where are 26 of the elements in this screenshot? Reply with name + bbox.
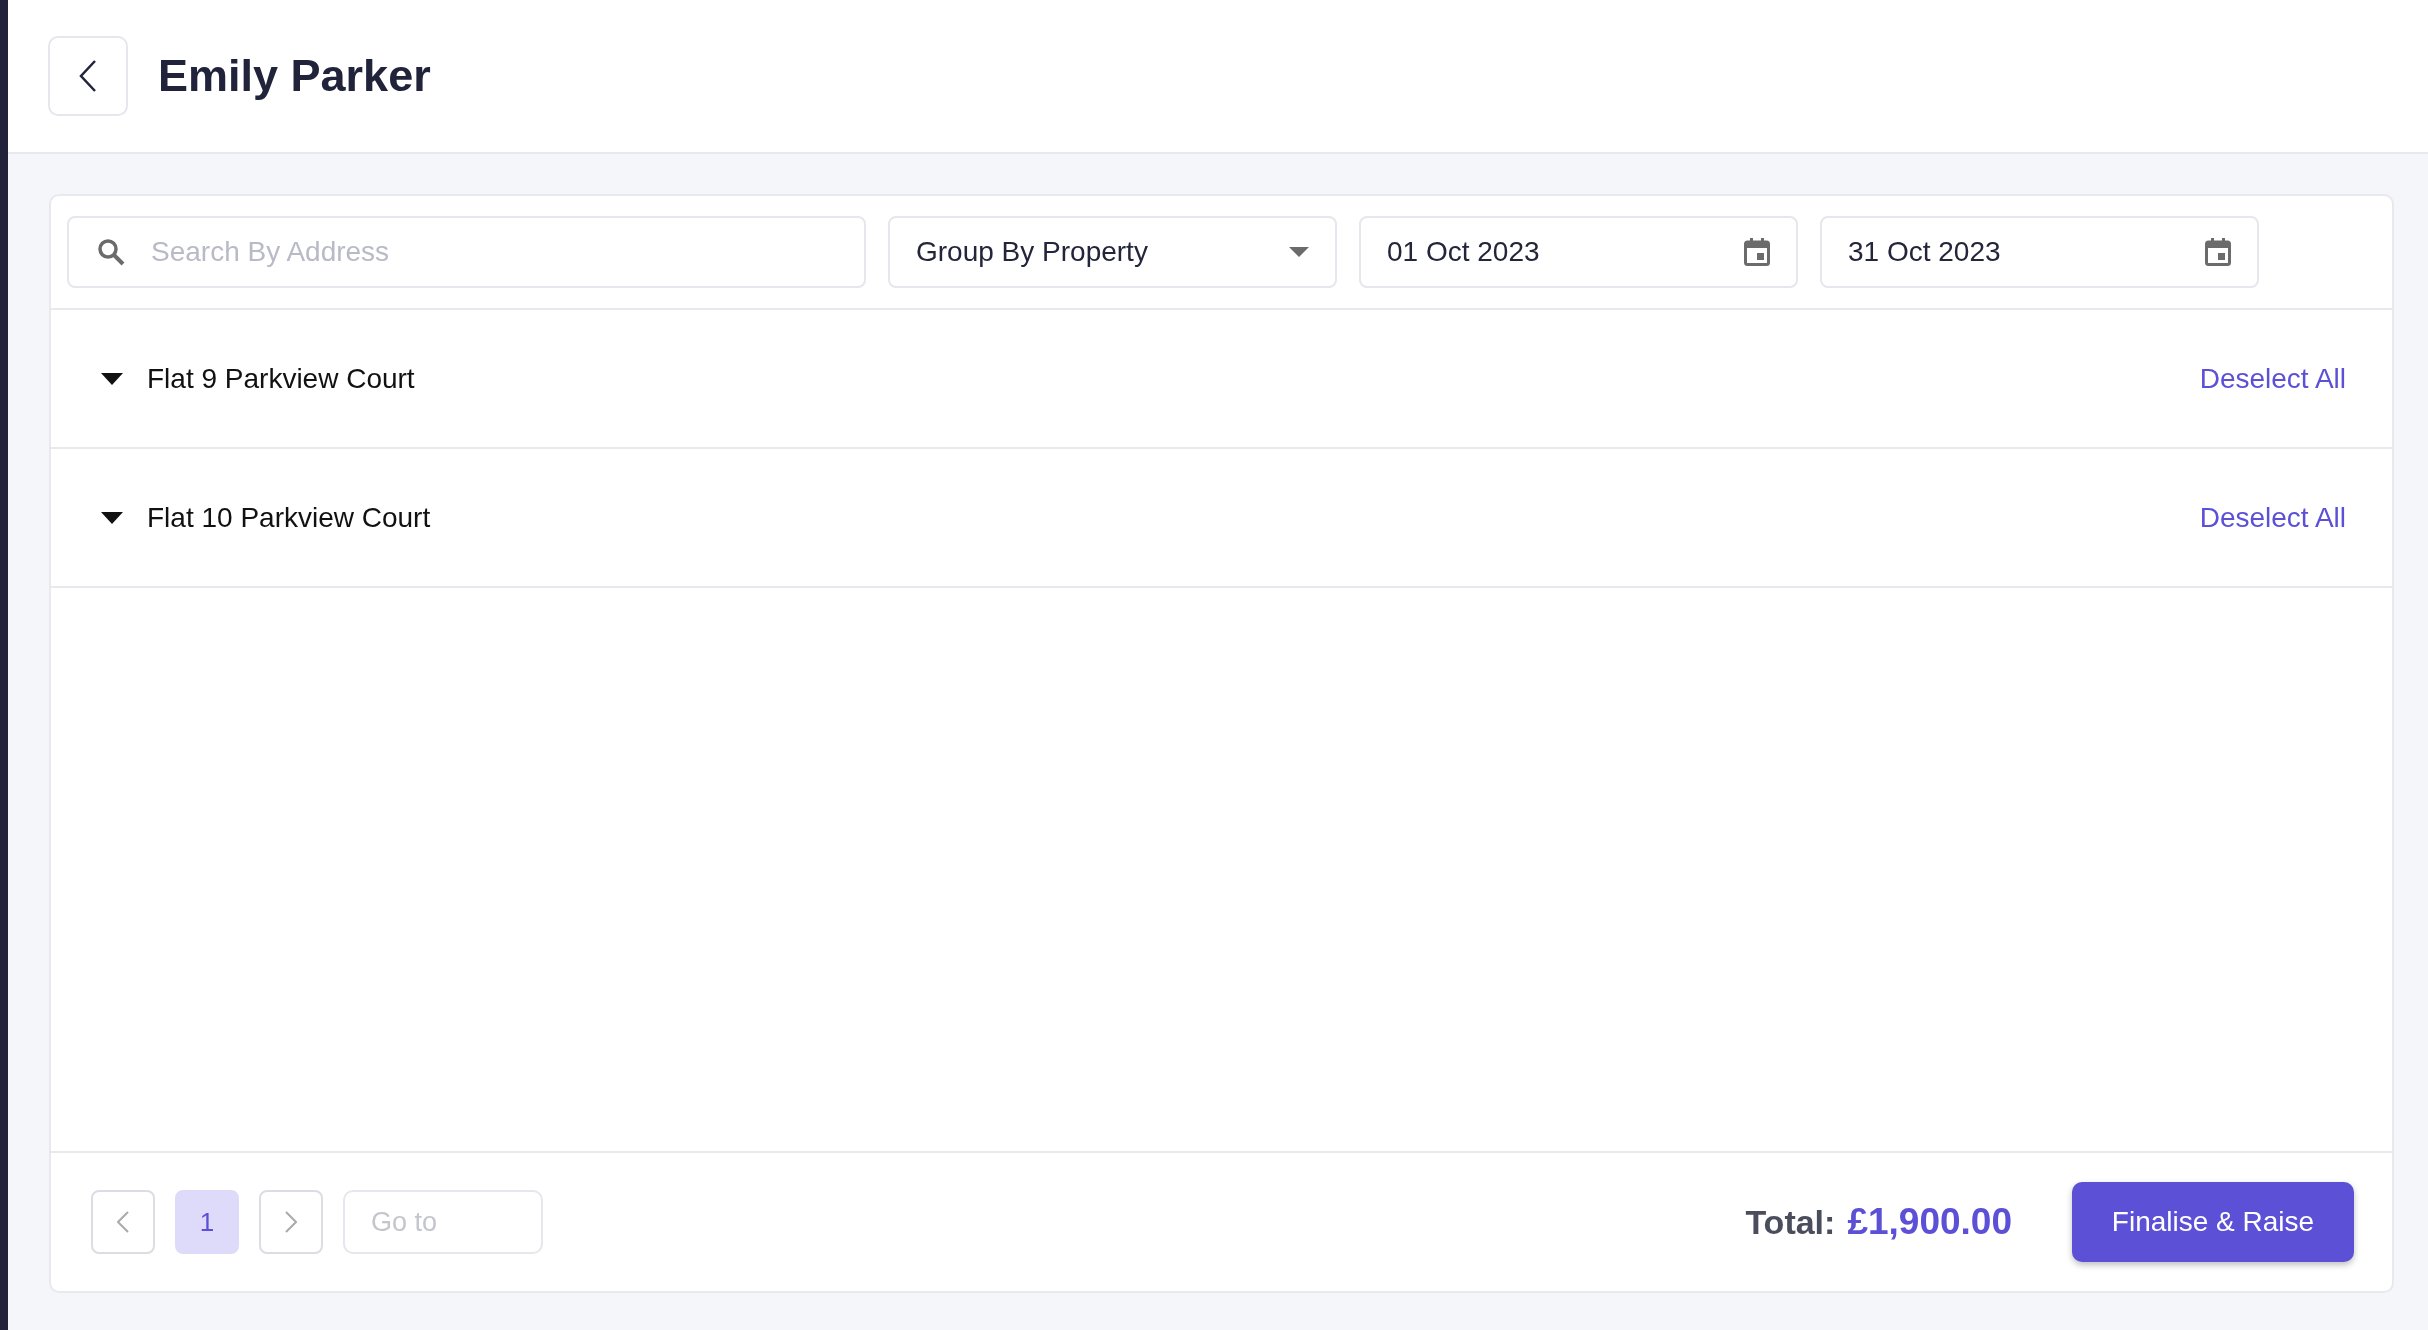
page-button[interactable]: 1 <box>175 1190 239 1254</box>
chevron-right-icon <box>285 1211 297 1233</box>
previous-page-button[interactable] <box>91 1190 155 1254</box>
deselect-all-link[interactable]: Deselect All <box>2199 501 2346 534</box>
finalise-raise-button[interactable]: Finalise & Raise <box>2072 1182 2354 1262</box>
next-page-button[interactable] <box>259 1190 323 1254</box>
caret-down-icon <box>101 511 123 524</box>
back-button[interactable] <box>48 36 128 116</box>
calendar-icon[interactable] <box>2205 238 2231 266</box>
total-label: Total: <box>1745 1203 1836 1242</box>
chevron-left-icon <box>117 1211 129 1233</box>
total-amount: £1,900.00 <box>1847 1201 2012 1243</box>
calendar-icon[interactable] <box>1744 238 1770 266</box>
property-group-toggle[interactable]: Flat 9 Parkview Court <box>101 362 415 395</box>
chevron-left-icon <box>79 60 97 92</box>
page-title: Emily Parker <box>158 50 431 102</box>
go-to-page-field[interactable]: Go to <box>343 1190 543 1254</box>
deselect-all-link[interactable]: Deselect All <box>2199 362 2346 395</box>
caret-down-icon <box>1289 247 1309 257</box>
search-icon <box>97 238 125 266</box>
date-field[interactable]: 01 Oct 2023 <box>1359 216 1798 288</box>
group-by-dropdown[interactable]: Group By Property <box>888 216 1337 288</box>
property-group-toggle[interactable]: Flat 10 Parkview Court <box>101 501 431 534</box>
caret-down-icon <box>101 372 123 385</box>
date-field[interactable]: 31 Oct 2023 <box>1820 216 2259 288</box>
search-field[interactable]: Search By Address <box>67 216 866 288</box>
